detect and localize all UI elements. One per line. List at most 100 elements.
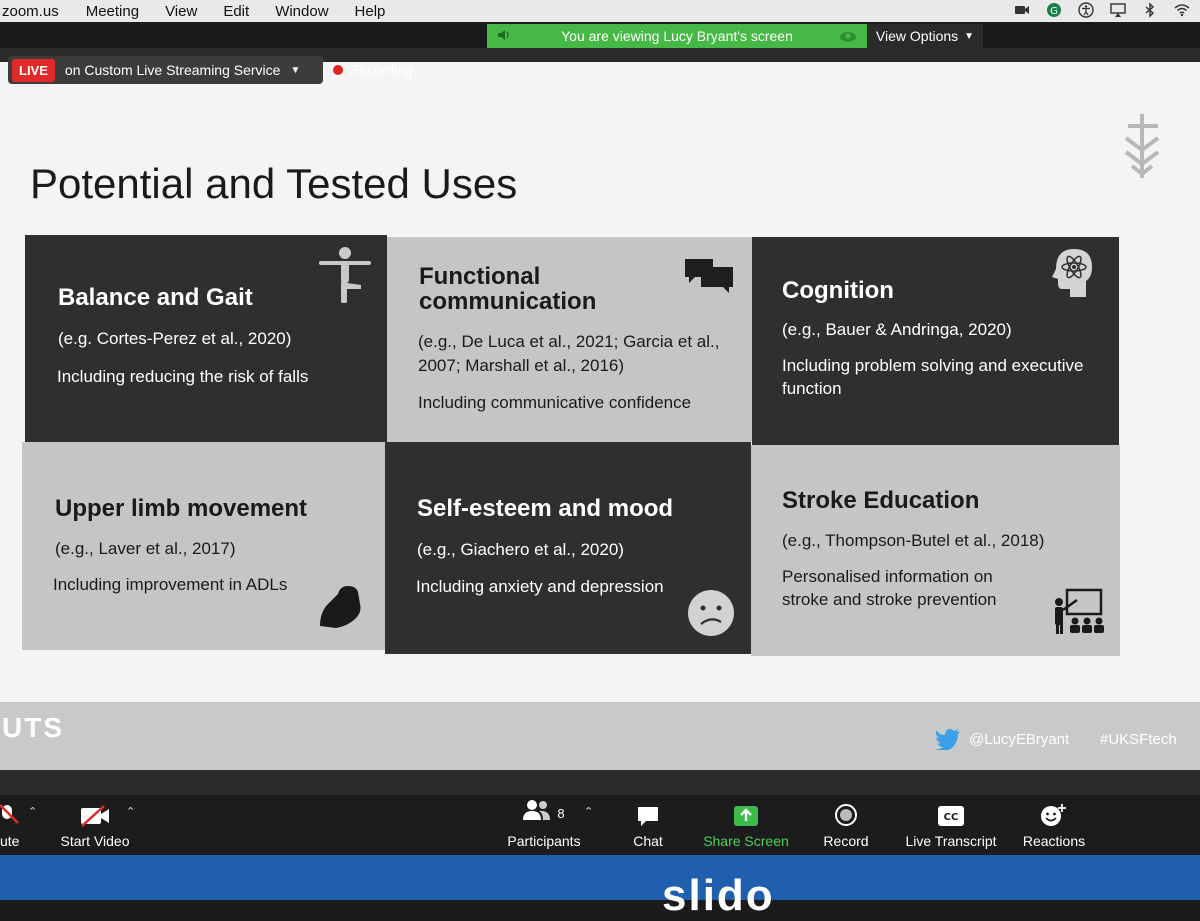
zoom-toolbar: ute ⌃ Start Video ⌃ 8 Participants ⌃ Cha… <box>0 795 1200 855</box>
participants-label: Participants <box>507 833 581 849</box>
mute-label: ute <box>0 833 20 849</box>
viewing-screen-banner: You are viewing Lucy Bryant's screen <box>487 24 867 48</box>
tile-including: Including improvement in ADLs <box>53 575 288 594</box>
tile-stroke-education: Stroke Education (e.g., Thompson-Butel e… <box>751 445 1120 656</box>
live-badge: LIVE <box>12 58 55 82</box>
tile-functional-communication: Functional communication (e.g., De Luca … <box>387 237 752 442</box>
view-options-button[interactable]: View Options ▼ <box>867 24 983 48</box>
speaker-icon[interactable] <box>497 28 511 42</box>
record-icon <box>835 804 857 826</box>
menu-meeting[interactable]: Meeting <box>73 3 152 20</box>
tile-reference: (e.g. Cortes-Perez et al., 2020) <box>58 329 292 348</box>
start-video-label: Start Video <box>60 833 130 849</box>
tile-including: Including anxiety and depression <box>416 577 664 596</box>
share-screen-label: Share Screen <box>703 833 789 849</box>
twitter-bird-icon <box>935 729 960 750</box>
menu-edit[interactable]: Edit <box>210 3 262 20</box>
live-transcript-button[interactable]: CC Live Transcript <box>900 795 1002 855</box>
chat-label: Chat <box>633 833 663 849</box>
tile-title: Upper limb movement <box>55 495 308 522</box>
accessibility-icon[interactable] <box>1078 2 1094 18</box>
participants-button[interactable]: 8 Participants <box>500 795 588 855</box>
twitter-handle: @LucyEBryant <box>935 728 1069 750</box>
twitter-handle-text: @LucyEBryant <box>969 730 1070 748</box>
grammarly-icon[interactable]: G <box>1046 2 1062 18</box>
smiley-plus-icon <box>1041 804 1066 826</box>
tile-including: Including reducing the risk of falls <box>57 367 309 386</box>
university-crest-logo <box>1124 114 1160 178</box>
sad-face-icon <box>688 590 734 636</box>
record-label: Record <box>823 833 869 849</box>
tile-title: Balance and Gait <box>58 284 253 311</box>
tile-reference: (e.g., Laver et al., 2017) <box>55 539 236 558</box>
audio-options-chevron-icon[interactable]: ⌃ <box>28 805 37 818</box>
speech-bubbles-icon <box>685 259 733 293</box>
video-off-icon <box>81 805 109 827</box>
video-options-chevron-icon[interactable]: ⌃ <box>126 805 135 818</box>
brain-atom-icon <box>1052 249 1092 297</box>
svg-text:G: G <box>1050 6 1058 17</box>
tile-title-line2: communication <box>419 288 597 315</box>
live-stream-bar[interactable]: LIVE on Custom Live Streaming Service ▼ <box>8 56 323 84</box>
tile-cognition: Cognition (e.g., Bauer & Andringa, 2020)… <box>752 237 1119 445</box>
reactions-label: Reactions <box>1022 833 1086 849</box>
hashtag-text: #UKSFtech <box>1100 731 1177 748</box>
caret-down-icon[interactable]: ▼ <box>290 65 300 76</box>
slido-logo-text: slido <box>662 871 775 920</box>
participants-count: 8 <box>557 805 565 821</box>
wifi-icon[interactable] <box>1174 2 1190 18</box>
background-slido-window: slido <box>0 855 1200 920</box>
mute-button[interactable]: ute <box>0 795 26 855</box>
chevron-down-icon: ▼ <box>964 30 975 42</box>
recording-text: Recording <box>349 62 413 78</box>
tile-reference: (e.g., Giachero et al., 2020) <box>417 540 624 559</box>
microphone-muted-icon <box>0 804 19 824</box>
chat-bubble-icon <box>638 807 658 826</box>
yoga-pose-icon <box>319 247 371 303</box>
video-status-icon[interactable] <box>1014 2 1030 18</box>
closed-caption-icon: CC <box>938 806 964 826</box>
airplay-icon[interactable] <box>1110 2 1126 18</box>
bluetooth-icon[interactable] <box>1142 2 1158 18</box>
tile-title: Cognition <box>782 277 894 304</box>
tile-title: Self-esteem and mood <box>417 495 674 522</box>
share-screen-button[interactable]: Share Screen <box>700 795 792 855</box>
viewing-screen-text: You are viewing Lucy Bryant's screen <box>561 28 793 44</box>
participants-chevron-icon[interactable]: ⌃ <box>584 805 593 818</box>
tile-including-line1: Personalised information on <box>782 567 993 586</box>
menu-app-zoom[interactable]: zoom.us <box>0 3 73 20</box>
menu-bar: zoom.us Meeting View Edit Window Help G <box>0 0 1200 22</box>
recording-dot-icon <box>333 65 343 75</box>
menu-help[interactable]: Help <box>342 3 399 20</box>
start-video-button[interactable]: Start Video <box>58 795 132 855</box>
slide-title: Potential and Tested Uses <box>30 160 518 207</box>
share-screen-icon <box>734 806 758 826</box>
menu-window[interactable]: Window <box>262 3 341 20</box>
menu-view[interactable]: View <box>152 3 210 20</box>
status-icons: G <box>1014 2 1190 18</box>
reactions-button[interactable]: Reactions <box>1020 795 1088 855</box>
recording-indicator: Recording <box>333 62 413 78</box>
record-button[interactable]: Record <box>818 795 874 855</box>
tile-title-line1: Functional <box>419 263 541 290</box>
tile-reference-line2: 2007; Marshall et al., 2016) <box>418 356 625 375</box>
tile-including: Including communicative confidence <box>418 393 692 412</box>
tile-balance-gait: Balance and Gait (e.g. Cortes-Perez et a… <box>25 235 387 442</box>
teacher-class-icon <box>1055 588 1104 634</box>
tile-title: Stroke Education <box>782 487 980 514</box>
chat-button[interactable]: Chat <box>626 795 670 855</box>
tile-reference: (e.g., Bauer & Andringa, 2020) <box>782 320 1012 339</box>
tile-upper-limb: Upper limb movement (e.g., Laver et al.,… <box>22 442 385 650</box>
live-service-text: on Custom Live Streaming Service <box>64 62 281 78</box>
flexed-arm-icon <box>320 586 361 628</box>
tile-reference-line1: (e.g., De Luca et al., 2021; Garcia et a… <box>418 332 720 351</box>
tile-including-line1: Including problem solving and executive <box>782 356 1084 375</box>
participants-icon <box>523 800 551 820</box>
tile-including-line2: function <box>782 379 842 398</box>
uts-logo-text: UTS <box>2 712 64 743</box>
svg-text:CC: CC <box>944 812 959 823</box>
tile-including-line2: stroke and stroke prevention <box>782 590 997 609</box>
cloud-shield-icon <box>840 32 856 42</box>
tile-reference: (e.g., Thompson-Butel et al., 2018) <box>782 531 1045 550</box>
live-transcript-label: Live Transcript <box>905 833 997 849</box>
